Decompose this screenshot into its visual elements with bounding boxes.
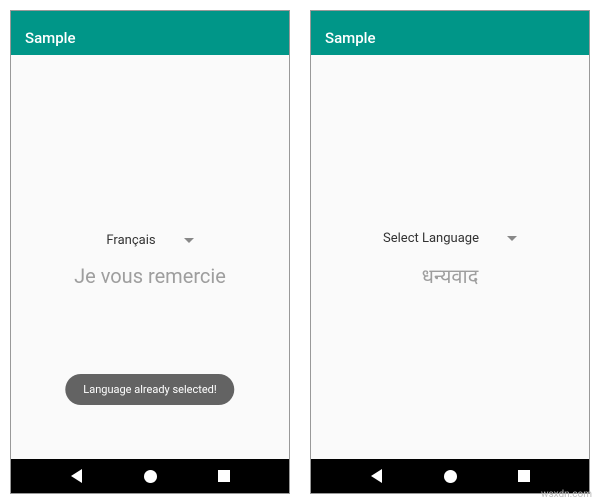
watermark-text: wsxdn.com xyxy=(541,489,592,500)
back-icon xyxy=(371,469,382,483)
app-title: Sample xyxy=(325,29,376,47)
language-spinner[interactable]: Français xyxy=(98,227,201,254)
home-icon xyxy=(444,470,457,483)
spinner-selected-label: Français xyxy=(106,233,155,248)
back-button[interactable] xyxy=(69,468,85,484)
appbar: Sample xyxy=(311,11,589,55)
android-navbar xyxy=(11,459,289,493)
phone-left: Sample Français Je vous remercie Languag… xyxy=(10,10,290,494)
chevron-down-icon xyxy=(507,236,517,241)
appbar: Sample xyxy=(11,11,289,55)
recent-icon xyxy=(218,470,230,482)
recent-button[interactable] xyxy=(516,468,532,484)
back-icon xyxy=(71,469,82,483)
spinner-selected-label: Select Language xyxy=(383,231,479,246)
recent-button[interactable] xyxy=(216,468,232,484)
chevron-down-icon xyxy=(184,238,194,243)
home-button[interactable] xyxy=(442,468,458,484)
recent-icon xyxy=(518,470,530,482)
thankyou-text: Je vous remercie xyxy=(74,264,226,288)
language-spinner[interactable]: Select Language xyxy=(375,225,525,252)
screen-content: Français Je vous remercie Language alrea… xyxy=(11,55,289,459)
home-button[interactable] xyxy=(142,468,158,484)
thankyou-text: धन्यवाद xyxy=(422,262,479,289)
toast-message: Language already selected! xyxy=(65,374,234,405)
android-navbar xyxy=(311,459,589,493)
home-icon xyxy=(144,470,157,483)
screen-content: Select Language धन्यवाद xyxy=(311,55,589,459)
back-button[interactable] xyxy=(369,468,385,484)
phone-right: Sample Select Language धन्यवाद xyxy=(310,10,590,494)
app-title: Sample xyxy=(25,29,76,47)
